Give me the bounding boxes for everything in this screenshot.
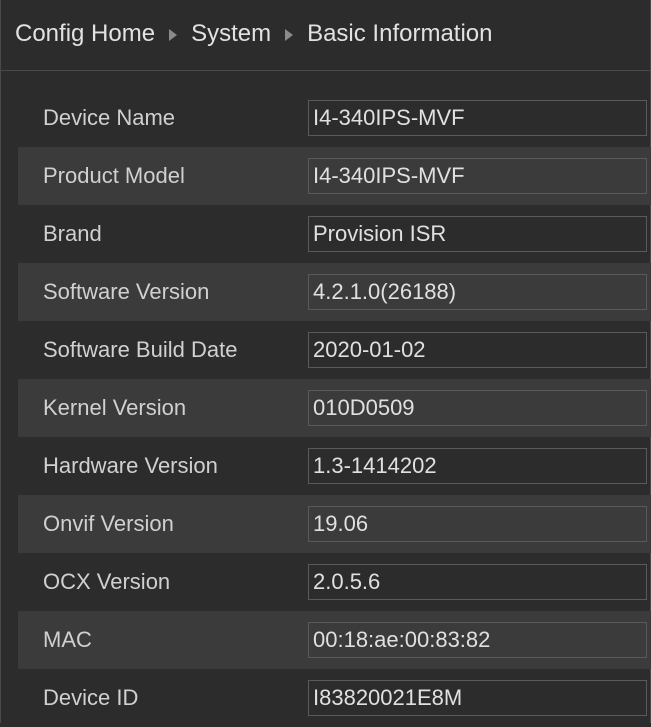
breadcrumb-config-home[interactable]: Config Home — [15, 20, 155, 48]
breadcrumb: Config Home System Basic Information — [1, 0, 650, 70]
device-id-label: Device ID — [43, 685, 139, 710]
onvif-version-field[interactable]: 19.06 — [308, 506, 647, 542]
form-row-hardware-version: Hardware Version 1.3-1414202 — [18, 437, 651, 495]
ocx-version-field[interactable]: 2.0.5.6 — [308, 564, 647, 600]
kernel-version-field[interactable]: 010D0509 — [308, 390, 647, 426]
form-row-brand: Brand Provision ISR — [18, 205, 651, 263]
form-row-product-model: Product Model I4-340IPS-MVF — [18, 147, 651, 205]
software-version-field[interactable]: 4.2.1.0(26188) — [308, 274, 647, 310]
breadcrumb-separator-icon — [169, 29, 178, 41]
form-row-kernel-version: Kernel Version 010D0509 — [18, 379, 651, 437]
mac-field[interactable]: 00:18:ae:00:83:82 — [308, 622, 647, 658]
basic-info-form: Device Name I4-340IPS-MVF Product Model … — [18, 89, 651, 727]
software-version-label: Software Version — [43, 279, 210, 304]
form-row-mac: MAC 00:18:ae:00:83:82 — [18, 611, 651, 669]
form-row-ocx-version: OCX Version 2.0.5.6 — [18, 553, 651, 611]
device-name-field[interactable]: I4-340IPS-MVF — [308, 100, 647, 136]
form-row-device-name: Device Name I4-340IPS-MVF — [18, 89, 651, 147]
onvif-version-label: Onvif Version — [43, 511, 174, 536]
breadcrumb-separator-icon — [285, 29, 294, 41]
breadcrumb-system[interactable]: System — [191, 20, 271, 48]
device-id-field[interactable]: I83820021E8M — [308, 680, 647, 716]
form-row-device-id: Device ID I83820021E8M — [18, 669, 651, 727]
form-row-software-build-date: Software Build Date 2020-01-02 — [18, 321, 651, 379]
breadcrumb-basic-information: Basic Information — [307, 20, 493, 47]
basic-information-panel: Config Home System Basic Information Dev… — [0, 0, 651, 723]
device-name-label: Device Name — [43, 105, 176, 130]
product-model-label: Product Model — [43, 163, 185, 188]
form-row-onvif-version: Onvif Version 19.06 — [18, 495, 651, 553]
hardware-version-label: Hardware Version — [43, 453, 218, 478]
form-row-software-version: Software Version 4.2.1.0(26188) — [18, 263, 651, 321]
kernel-version-label: Kernel Version — [43, 395, 187, 420]
ocx-version-label: OCX Version — [43, 569, 171, 594]
header-divider — [1, 70, 650, 71]
hardware-version-field[interactable]: 1.3-1414202 — [308, 448, 647, 484]
software-build-date-field[interactable]: 2020-01-02 — [308, 332, 647, 368]
software-build-date-label: Software Build Date — [43, 337, 238, 362]
brand-label: Brand — [43, 221, 102, 246]
mac-label: MAC — [43, 627, 92, 652]
brand-field[interactable]: Provision ISR — [308, 216, 647, 252]
product-model-field[interactable]: I4-340IPS-MVF — [308, 158, 647, 194]
